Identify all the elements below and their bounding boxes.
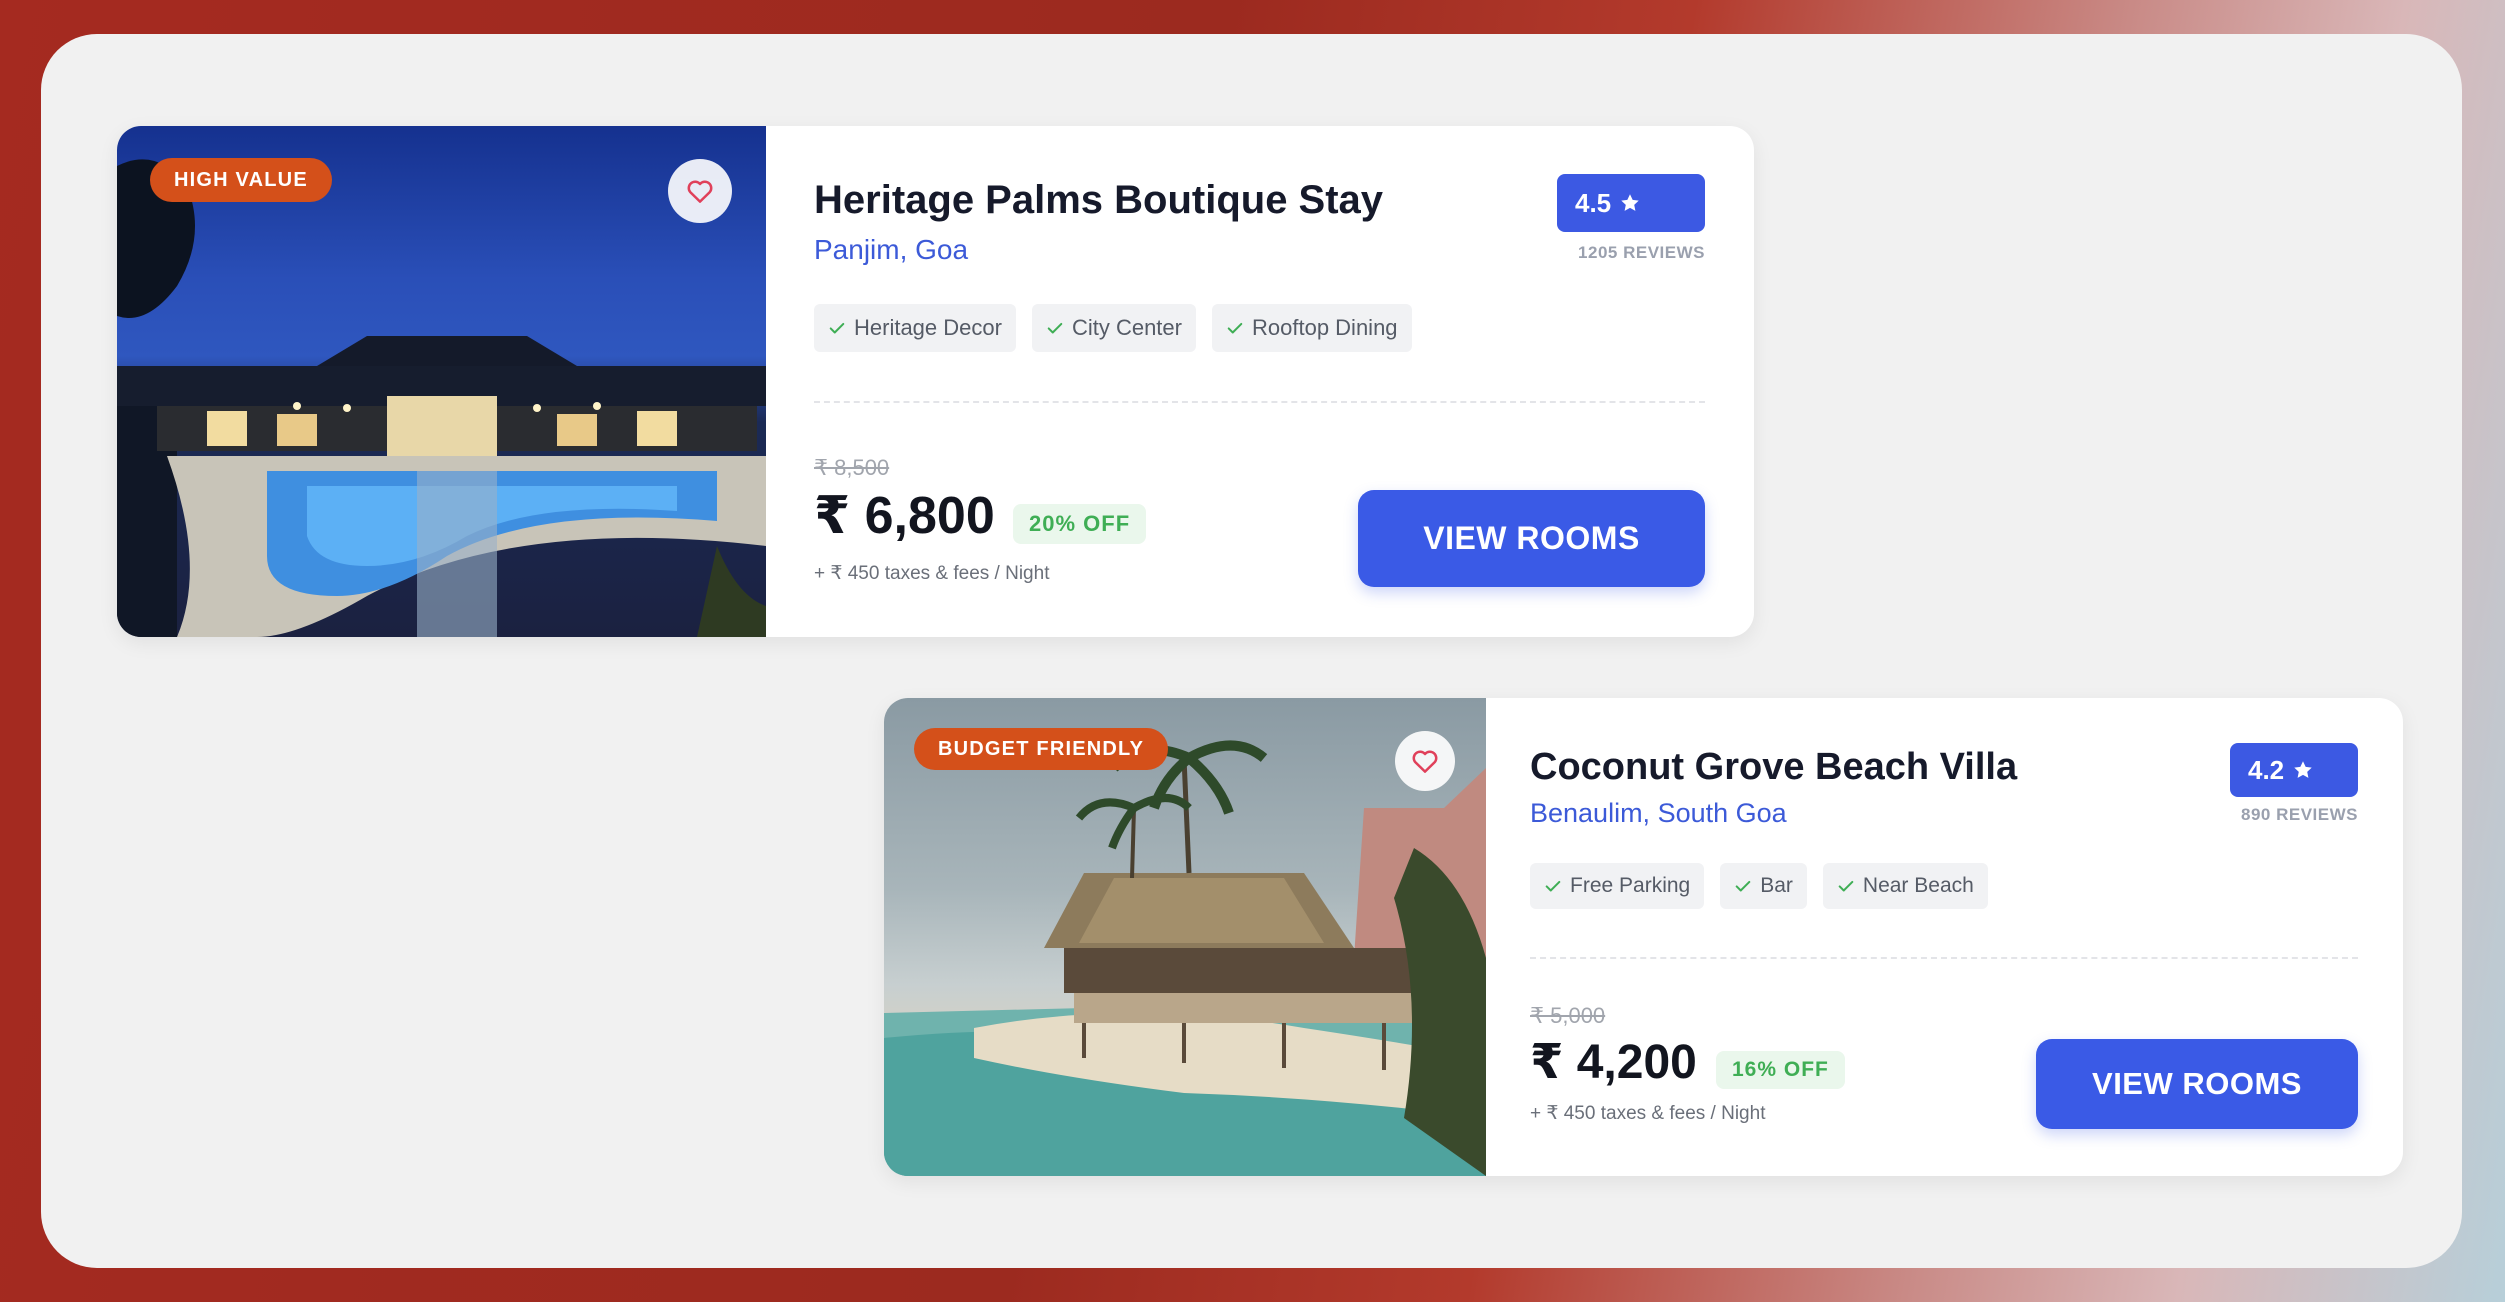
amenity-tag: Bar — [1720, 863, 1807, 909]
hotel-photo[interactable]: BUDGET FRIENDLY — [884, 698, 1486, 1176]
hotel-card-coconut-grove[interactable]: BUDGET FRIENDLY Coconut Grove Beach Vill… — [884, 698, 2403, 1176]
view-rooms-button[interactable]: VIEW ROOMS — [2036, 1039, 2358, 1129]
check-icon — [1047, 322, 1063, 334]
amenity-label: City Center — [1071, 315, 1182, 340]
hotel-name[interactable]: Coconut Grove Beach Villa — [1530, 746, 2017, 789]
view-rooms-button[interactable]: VIEW ROOMS — [1358, 490, 1705, 587]
hotel-photo[interactable]: HIGH VALUE — [117, 126, 766, 637]
divider — [1530, 957, 2358, 959]
check-icon — [1227, 322, 1243, 334]
check-icon — [1838, 880, 1854, 892]
check-icon — [829, 322, 845, 334]
discount-badge: 20% OFF — [1013, 504, 1147, 544]
taxes-note: + ₹ 450 taxes & fees / Night — [1530, 1103, 1766, 1124]
hotel-location[interactable]: Benaulim, South Goa — [1530, 798, 1787, 829]
amenity-tag: Rooftop Dining — [1212, 304, 1412, 352]
hotel-info: Coconut Grove Beach Villa Benaulim, Sout… — [1486, 698, 2403, 1176]
original-price: ₹ 8,500 — [814, 455, 890, 480]
review-count: 890 REVIEWS — [2241, 805, 2358, 824]
amenity-tag: City Center — [1031, 304, 1196, 352]
favorite-button[interactable] — [1395, 731, 1455, 791]
divider — [814, 401, 1705, 403]
hotel-name[interactable]: Heritage Palms Boutique Stay — [814, 178, 1383, 223]
amenity-label: Near Beach — [1862, 874, 1974, 897]
star-icon — [1621, 194, 1639, 211]
hotel-card-heritage-palms[interactable]: HIGH VALUE Heritage Palms Boutique Stay … — [117, 126, 1754, 637]
rating-badge: 4.2 — [2230, 743, 2358, 797]
heart-icon — [1412, 750, 1438, 773]
amenity-label: Rooftop Dining — [1252, 315, 1398, 340]
check-icon — [1735, 880, 1751, 892]
deal-badge: BUDGET FRIENDLY — [914, 728, 1169, 770]
rating-value: 4.2 — [2248, 754, 2285, 785]
heart-icon — [687, 180, 713, 203]
deal-badge: HIGH VALUE — [150, 158, 332, 202]
amenity-label: Heritage Decor — [854, 315, 1002, 340]
current-price: ₹ 4,200 — [1530, 1036, 1697, 1089]
rating-value: 4.5 — [1575, 187, 1612, 218]
amenity-tag: Heritage Decor — [814, 304, 1016, 352]
hotel-info: Heritage Palms Boutique Stay Panjim, Goa… — [766, 126, 1754, 637]
amenity-label: Free Parking — [1570, 874, 1691, 897]
amenity-label: Bar — [1760, 874, 1793, 897]
original-price: ₹ 5,000 — [1530, 1003, 1606, 1028]
discount-badge: 16% OFF — [1716, 1051, 1845, 1089]
rating-badge: 4.5 — [1557, 174, 1705, 232]
amenity-tags: Heritage Decor City Center Rooftop Dinin… — [814, 304, 1412, 352]
review-count: 1205 REVIEWS — [1578, 243, 1705, 262]
hotel-location[interactable]: Panjim, Goa — [814, 234, 968, 266]
resort-pool-illustration — [117, 159, 766, 637]
check-icon — [1545, 880, 1561, 892]
star-icon — [2294, 761, 2312, 778]
amenity-tag: Free Parking — [1530, 863, 1705, 909]
taxes-note: + ₹ 450 taxes & fees / Night — [814, 563, 1050, 584]
amenity-tags: Free Parking Bar Near Beach — [1530, 863, 1988, 909]
current-price: ₹ 6,800 — [814, 487, 995, 545]
favorite-button[interactable] — [668, 159, 732, 223]
amenity-tag: Near Beach — [1822, 863, 1988, 909]
